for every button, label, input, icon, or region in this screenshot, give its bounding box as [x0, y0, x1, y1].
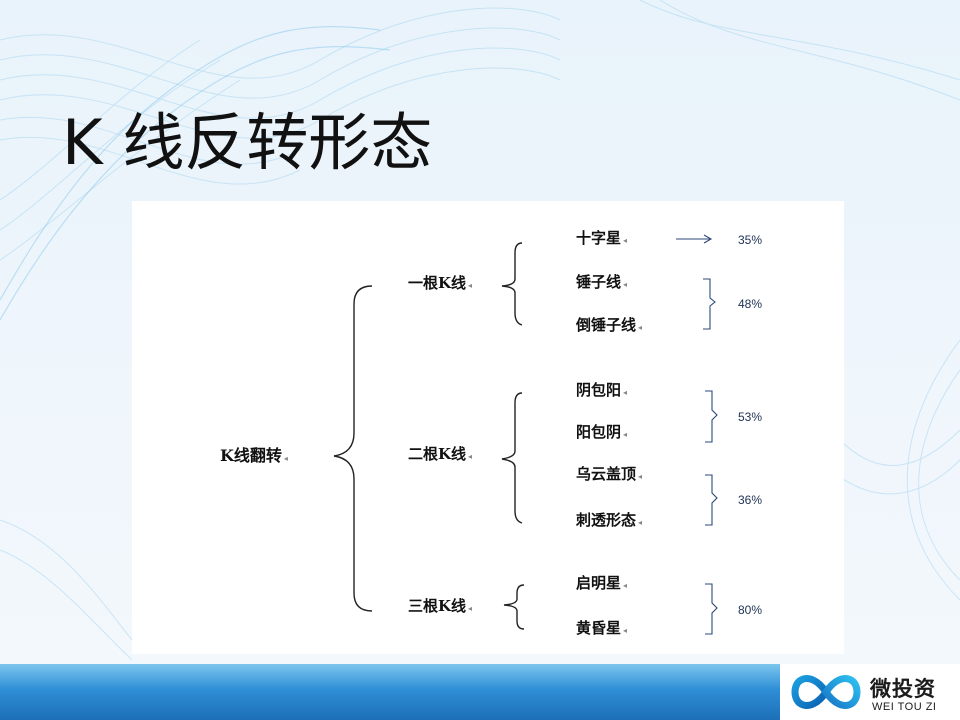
node-pattern-7: 刺透形态 ◂: [576, 511, 642, 532]
node-pattern-9: 黄昏星 ◂: [576, 619, 627, 640]
footer-bar: [0, 664, 780, 720]
pct-label-1: 35%: [738, 233, 763, 247]
node-pattern-3-label: 倒锤子线: [576, 316, 637, 334]
node-pattern-7-mark: ◂: [638, 518, 643, 527]
node-group-3-label: 三根K线: [408, 597, 467, 615]
node-pattern-5-label: 阳包阴: [576, 423, 622, 441]
node-root: K线翻转 ◂: [220, 447, 288, 468]
pct-label-5: 80%: [738, 603, 763, 617]
node-pattern-3-mark: ◂: [638, 323, 643, 332]
node-group-3: 三根K线 ◂: [408, 597, 472, 618]
node-group-2: 二根K线 ◂: [408, 445, 472, 466]
pct-bracket-48: [703, 278, 716, 330]
node-pattern-4: 阴包阳 ◂: [576, 381, 627, 402]
node-group-2-mark: ◂: [468, 452, 473, 461]
pct-bracket-53: [705, 390, 718, 443]
node-pattern-1: 十字星 ◂: [576, 229, 627, 250]
node-pattern-1-label: 十字星: [576, 229, 622, 247]
group-3-bracket: [503, 584, 525, 630]
node-pattern-1-mark: ◂: [623, 236, 628, 245]
node-group-3-mark: ◂: [468, 604, 473, 613]
logo: 微投资 WEI TOU ZI: [780, 664, 960, 720]
node-pattern-5: 阳包阴 ◂: [576, 423, 627, 444]
node-pattern-9-mark: ◂: [623, 626, 628, 635]
node-pattern-4-label: 阴包阳: [576, 381, 622, 399]
node-pattern-3: 倒锤子线 ◂: [576, 316, 642, 337]
node-pattern-7-label: 刺透形态: [576, 511, 637, 529]
node-pattern-2-mark: ◂: [623, 280, 628, 289]
node-pattern-5-mark: ◂: [623, 430, 628, 439]
pct-bracket-80: [705, 583, 718, 635]
root-bracket: [333, 285, 373, 612]
node-pattern-8-label: 启明星: [576, 574, 622, 592]
logo-subtitle: WEI TOU ZI: [872, 701, 937, 713]
slide-title: K 线反转形态: [62, 106, 433, 179]
node-group-1-label: 一根K线: [408, 274, 467, 292]
node-group-2-label: 二根K线: [408, 445, 467, 463]
node-pattern-4-mark: ◂: [623, 388, 628, 397]
node-pattern-8-mark: ◂: [623, 581, 628, 590]
pct-label-2: 48%: [738, 297, 763, 311]
node-pattern-2-label: 锤子线: [576, 273, 622, 291]
logo-name: 微投资: [870, 677, 936, 701]
node-pattern-6-mark: ◂: [638, 472, 643, 481]
pct-bracket-36: [705, 474, 718, 526]
node-pattern-6: 乌云盖顶 ◂: [576, 465, 642, 486]
infinity-logo-icon: [791, 675, 861, 709]
diagram-panel: K线翻转 ◂ 一根K线 ◂ 二根K线 ◂ 三根K线 ◂ 十字星 ◂ 锤子线 ◂ 倒锤子线 ◂ …: [132, 201, 844, 654]
pct-label-4: 36%: [738, 493, 763, 507]
node-root-label: K线翻转: [220, 446, 282, 465]
group-1-bracket: [501, 242, 523, 326]
diagram-connectors: [333, 234, 718, 635]
node-pattern-6-label: 乌云盖顶: [576, 465, 637, 483]
node-group-1-mark: ◂: [468, 281, 473, 290]
node-pattern-2: 锤子线 ◂: [576, 273, 627, 294]
node-root-mark: ◂: [283, 454, 288, 463]
node-pattern-8: 启明星 ◂: [576, 574, 627, 595]
group-2-bracket: [501, 392, 523, 524]
node-group-1: 一根K线 ◂: [408, 274, 472, 295]
node-pattern-9-label: 黄昏星: [576, 619, 622, 637]
pct-label-3: 53%: [738, 410, 763, 424]
